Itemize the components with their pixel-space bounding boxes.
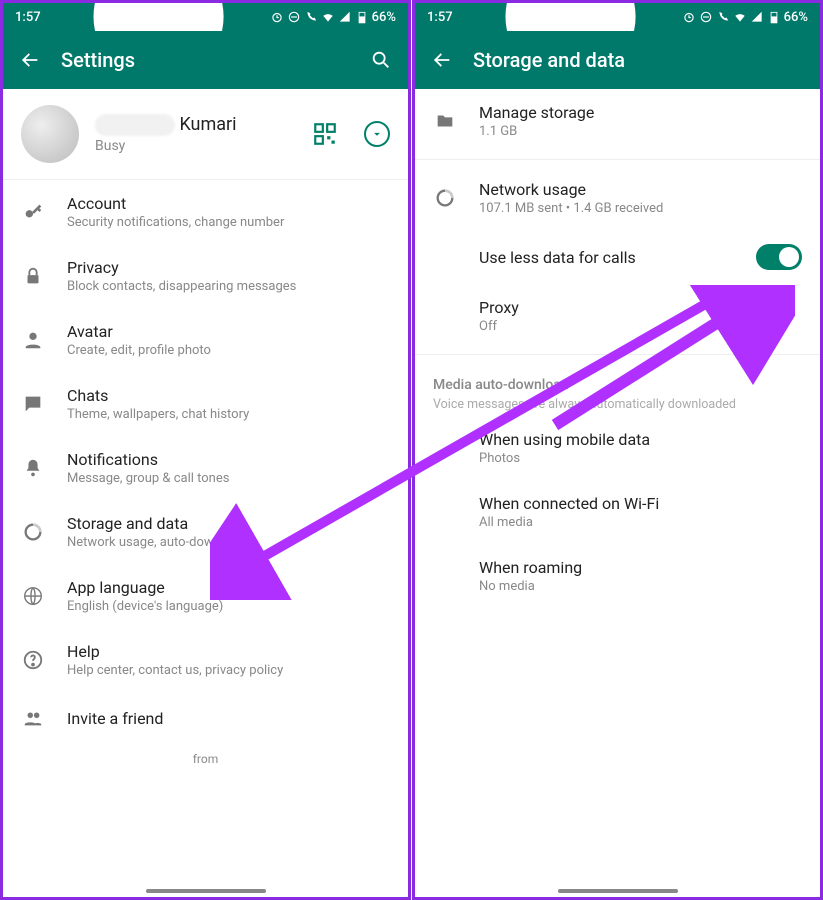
app-bar-title: Storage and data [473, 48, 804, 72]
divider [415, 159, 820, 160]
search-icon[interactable] [370, 49, 392, 71]
storage-list: Manage storage1.1 GB Network usage107.1 … [415, 89, 820, 897]
status-bar: 1:57 66% [3, 3, 408, 31]
profile-name: Kumari [95, 114, 296, 136]
phone-left: 1:57 66% Settings Kumari Busy [0, 0, 411, 900]
qr-icon[interactable] [312, 121, 338, 147]
chevron-down-icon[interactable] [364, 121, 390, 147]
status-time: 1:57 [427, 10, 453, 25]
avatar [21, 105, 79, 163]
profile-status: Busy [95, 138, 296, 154]
settings-item-language[interactable]: App languageEnglish (device's language) [3, 564, 408, 628]
settings-list: Kumari Busy AccountSecurity notification… [3, 89, 408, 897]
storage-item-manage[interactable]: Manage storage1.1 GB [415, 89, 820, 153]
chat-icon [21, 392, 45, 416]
status-icons: 66% [270, 10, 396, 25]
people-icon [21, 706, 45, 730]
storage-item-network[interactable]: Network usage107.1 MB sent • 1.4 GB rece… [415, 166, 820, 230]
phone-right: 1:57 66% Storage and data Manage storage… [412, 0, 823, 900]
settings-item-help[interactable]: HelpHelp center, contact us, privacy pol… [3, 628, 408, 692]
media-item-roaming[interactable]: When roamingNo media [415, 544, 820, 608]
status-bar: 1:57 66% [415, 3, 820, 31]
bell-icon [21, 456, 45, 480]
back-icon[interactable] [19, 49, 41, 71]
storage-item-useless[interactable]: Use less data for calls [415, 230, 820, 284]
app-bar: Storage and data [415, 31, 820, 89]
status-icons: 66% [682, 10, 808, 25]
battery-percent: 66% [784, 10, 808, 25]
signal-icon [750, 10, 764, 24]
wifi-icon [733, 10, 747, 24]
dnd-icon [699, 10, 713, 24]
nav-pill[interactable] [558, 889, 678, 893]
profile-row[interactable]: Kumari Busy [3, 89, 408, 179]
settings-item-privacy[interactable]: PrivacyBlock contacts, disappearing mess… [3, 244, 408, 308]
data-usage-icon [21, 520, 45, 544]
dnd-icon [287, 10, 301, 24]
section-media: Media auto-download Voice messages are a… [415, 361, 820, 416]
divider [415, 354, 820, 355]
media-item-mobile[interactable]: When using mobile dataPhotos [415, 416, 820, 480]
alarm-icon [270, 10, 284, 24]
signal-icon [338, 10, 352, 24]
help-icon [21, 648, 45, 672]
avatar-icon [21, 328, 45, 352]
wifi-call-icon [304, 10, 318, 24]
settings-item-account[interactable]: AccountSecurity notifications, change nu… [3, 180, 408, 244]
settings-item-notifications[interactable]: NotificationsMessage, group & call tones [3, 436, 408, 500]
globe-icon [21, 584, 45, 608]
battery-icon [767, 10, 781, 24]
wifi-call-icon [716, 10, 730, 24]
battery-icon [355, 10, 369, 24]
footer-from: from [3, 744, 408, 774]
lock-icon [21, 264, 45, 288]
settings-item-chats[interactable]: ChatsTheme, wallpapers, chat history [3, 372, 408, 436]
alarm-icon [682, 10, 696, 24]
app-bar-title: Settings [61, 48, 350, 72]
back-icon[interactable] [431, 49, 453, 71]
nav-pill[interactable] [146, 889, 266, 893]
folder-icon [433, 109, 457, 133]
status-time: 1:57 [15, 10, 41, 25]
data-usage-icon [433, 186, 457, 210]
settings-item-invite[interactable]: Invite a friend [3, 692, 408, 744]
media-item-wifi[interactable]: When connected on Wi-FiAll media [415, 480, 820, 544]
battery-percent: 66% [372, 10, 396, 25]
key-icon [21, 200, 45, 224]
settings-item-storage[interactable]: Storage and dataNetwork usage, auto-down… [3, 500, 408, 564]
wifi-icon [321, 10, 335, 24]
app-bar: Settings [3, 31, 408, 89]
storage-item-proxy[interactable]: ProxyOff [415, 284, 820, 348]
settings-item-avatar[interactable]: AvatarCreate, edit, profile photo [3, 308, 408, 372]
useless-toggle[interactable] [756, 244, 802, 270]
